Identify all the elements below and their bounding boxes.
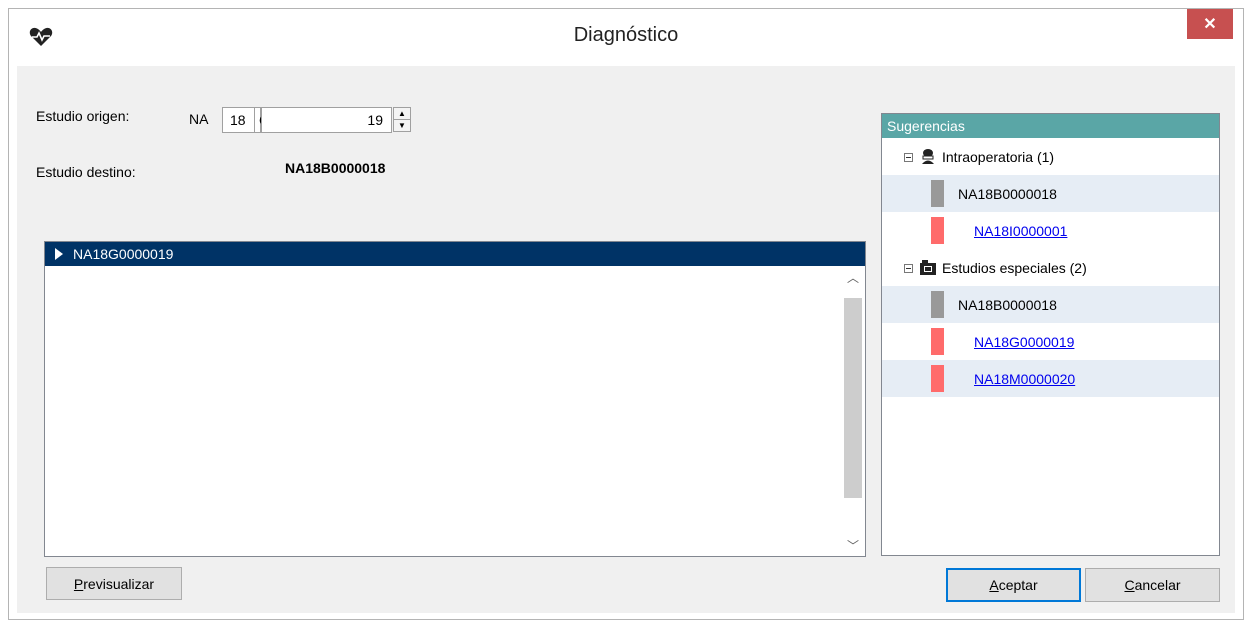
special-studies-icon xyxy=(920,260,936,275)
vertical-scrollbar[interactable]: ︿ ﹀ xyxy=(841,266,865,556)
close-button[interactable]: ✕ xyxy=(1187,9,1233,39)
spinner-up-icon[interactable]: ▲ xyxy=(394,108,410,120)
origin-number-value: 19 xyxy=(367,112,383,128)
study-panel[interactable]: NA18G0000019 ︿ ﹀ xyxy=(44,241,866,557)
cancel-accesskey: C xyxy=(1124,577,1135,593)
spinner-down-icon[interactable]: ▼ xyxy=(394,120,410,131)
window-title: Diagnóstico xyxy=(573,24,679,46)
status-swatch xyxy=(931,217,944,244)
accept-button[interactable]: Aceptar xyxy=(946,568,1081,602)
status-swatch xyxy=(931,180,944,207)
destination-value: NA18B0000018 xyxy=(285,160,386,176)
field-divider xyxy=(254,108,255,132)
dialog-window: Diagnóstico ✕ Estudio origen: NA 18 G 19… xyxy=(8,8,1244,620)
suggestion-item[interactable]: NA18M0000020 xyxy=(882,360,1219,397)
origin-number-spinner[interactable]: ▲ ▼ xyxy=(393,107,411,132)
status-swatch xyxy=(931,291,944,318)
origin-prefix: NA xyxy=(189,111,209,127)
group-label: Estudios especiales (2) xyxy=(942,259,1087,276)
suggestions-header: Sugerencias xyxy=(882,114,1219,138)
origin-label: Estudio origen: xyxy=(36,108,130,124)
accept-accesskey: A xyxy=(989,577,999,593)
surgeon-icon xyxy=(922,149,934,164)
suggestion-item[interactable]: NA18B0000018 xyxy=(882,175,1219,212)
origin-year-field[interactable]: 18 G xyxy=(222,107,270,133)
suggestion-item[interactable]: NA18G0000019 xyxy=(882,323,1219,360)
suggestion-link[interactable]: NA18G0000019 xyxy=(974,334,1074,350)
cancel-label: ancelar xyxy=(1134,577,1181,593)
suggestion-link[interactable]: NA18I0000001 xyxy=(974,223,1067,239)
accept-label: ceptar xyxy=(998,577,1038,593)
scroll-down-icon[interactable]: ﹀ xyxy=(841,534,865,556)
suggestion-group-intraoperatoria[interactable]: Intraoperatoria (1) xyxy=(882,138,1219,175)
origin-number-field[interactable]: 19 xyxy=(261,107,392,133)
expand-arrow-icon[interactable] xyxy=(55,248,63,260)
dialog-body: Estudio origen: NA 18 G 19 ▲ ▼ Estudio d… xyxy=(17,66,1235,613)
suggestion-item[interactable]: NA18B0000018 xyxy=(882,286,1219,323)
preview-button[interactable]: Previsualizar xyxy=(46,567,182,600)
suggestion-link[interactable]: NA18M0000020 xyxy=(974,371,1075,387)
origin-year-value: 18 xyxy=(230,112,246,128)
study-panel-title: NA18G0000019 xyxy=(73,246,174,262)
scroll-up-icon[interactable]: ︿ xyxy=(841,266,865,288)
cancel-button[interactable]: Cancelar xyxy=(1085,568,1220,602)
preview-label: revisualizar xyxy=(83,575,155,592)
suggestion-code: NA18B0000018 xyxy=(958,296,1057,313)
status-swatch xyxy=(931,365,944,392)
preview-accesskey: P xyxy=(73,575,84,592)
suggestion-item[interactable]: NA18I0000001 xyxy=(882,212,1219,249)
group-label: Intraoperatoria (1) xyxy=(942,148,1055,165)
study-panel-header[interactable]: NA18G0000019 xyxy=(45,242,865,266)
destination-label: Estudio destino: xyxy=(36,164,136,180)
suggestion-code: NA18B0000018 xyxy=(958,185,1057,202)
scrollbar-thumb[interactable] xyxy=(844,298,862,498)
title-bar[interactable]: Diagnóstico ✕ xyxy=(9,9,1243,66)
collapse-icon[interactable] xyxy=(904,153,913,162)
status-swatch xyxy=(931,328,944,355)
suggestion-group-estudios-especiales[interactable]: Estudios especiales (2) xyxy=(882,249,1219,286)
collapse-icon[interactable] xyxy=(904,264,913,273)
suggestions-panel[interactable]: Sugerencias Intraoperatoria (1) NA18B000… xyxy=(881,113,1220,556)
